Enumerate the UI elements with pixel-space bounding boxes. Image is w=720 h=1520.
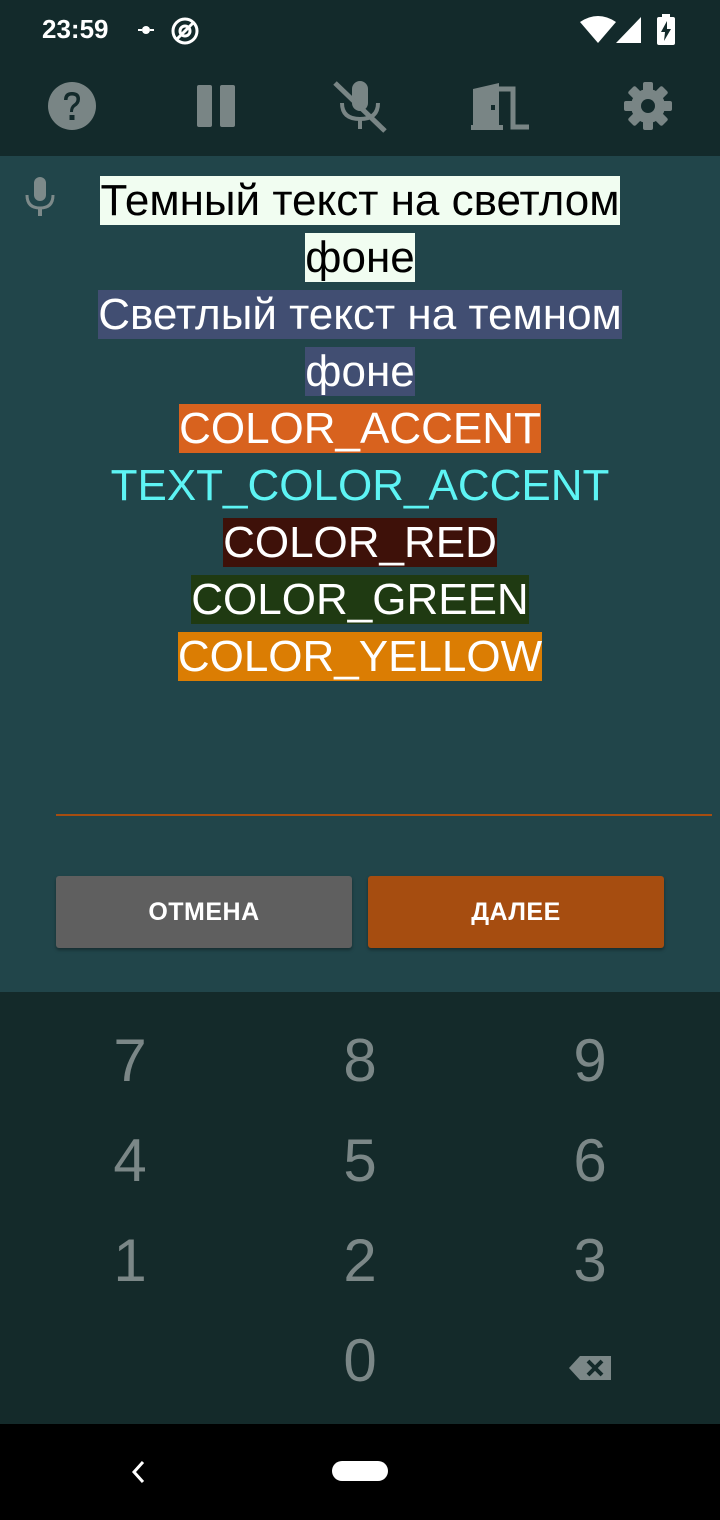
pause-icon	[193, 83, 239, 133]
text-line-color-green: COLOR_GREEN	[70, 571, 650, 628]
battery-charging-icon	[656, 14, 676, 50]
cancel-button[interactable]: ОТМЕНА	[56, 876, 352, 948]
line-text: TEXT_COLOR_ACCENT	[110, 461, 610, 510]
line-text: COLOR_GREEN	[191, 575, 529, 624]
cancel-button-label: ОТМЕНА	[148, 897, 260, 926]
text-line-color-red: COLOR_RED	[70, 514, 650, 571]
system-navigation-bar	[0, 1424, 720, 1520]
message-panel: Темный текст на светлом фоне Светлый тек…	[0, 156, 720, 992]
input-underline[interactable]	[56, 814, 712, 816]
help-button[interactable]	[46, 82, 98, 134]
colored-text-message: Темный текст на светлом фоне Светлый тек…	[70, 172, 650, 685]
key-5[interactable]: 5	[240, 1110, 480, 1210]
mic-off-icon	[331, 79, 389, 137]
key-label: 1	[113, 1226, 147, 1294]
key-label: 7	[113, 1026, 147, 1094]
settings-icon	[623, 81, 673, 135]
key-label: 4	[113, 1126, 147, 1194]
text-line-text-color-accent: TEXT_COLOR_ACCENT	[70, 457, 650, 514]
status-bar: 23:59	[0, 0, 720, 62]
next-button-label: ДАЛЕЕ	[471, 897, 561, 926]
key-label: 3	[573, 1226, 607, 1294]
signal-icon	[616, 16, 642, 48]
help-icon	[47, 81, 97, 135]
line-text: COLOR_YELLOW	[177, 632, 543, 681]
wifi-icon	[580, 16, 616, 48]
notification-dot-icon	[138, 20, 154, 44]
status-time: 23:59	[42, 14, 109, 44]
exit-button[interactable]	[471, 82, 529, 134]
line-text: Светлый текст на темном фоне	[98, 290, 622, 396]
line-text: Темный текст на светлом фоне	[100, 176, 620, 282]
key-9[interactable]: 9	[470, 1010, 710, 1110]
key-label: 6	[573, 1126, 607, 1194]
key-3[interactable]: 3	[470, 1210, 710, 1310]
key-2[interactable]: 2	[240, 1210, 480, 1310]
mic-off-button[interactable]	[331, 79, 389, 137]
key-label: 5	[343, 1126, 377, 1194]
text-line-light-on-dark: Светлый текст на темном фоне	[70, 286, 650, 400]
pause-button[interactable]	[190, 82, 242, 134]
key-label: 8	[343, 1026, 377, 1094]
key-0[interactable]: 0	[240, 1310, 480, 1410]
key-4[interactable]: 4	[10, 1110, 250, 1210]
key-1[interactable]: 1	[10, 1210, 250, 1310]
backspace-icon	[568, 1326, 612, 1395]
exit-door-icon	[471, 81, 533, 135]
home-pill-icon[interactable]	[332, 1461, 388, 1481]
line-text: COLOR_ACCENT	[179, 404, 541, 453]
next-button[interactable]: ДАЛЕЕ	[368, 876, 664, 948]
text-line-color-yellow: COLOR_YELLOW	[70, 628, 650, 685]
line-text: COLOR_RED	[223, 518, 497, 567]
settings-button[interactable]	[622, 82, 674, 134]
key-7[interactable]: 7	[10, 1010, 250, 1110]
key-6[interactable]: 6	[470, 1110, 710, 1210]
microphone-icon	[22, 176, 58, 222]
key-label: 2	[343, 1226, 377, 1294]
numeric-keypad: 7 8 9 4 5 6 1 2 3 0	[0, 992, 720, 1424]
key-8[interactable]: 8	[240, 1010, 480, 1110]
at-sign-icon	[170, 16, 200, 50]
back-icon[interactable]	[128, 1458, 148, 1490]
text-line-color-accent: COLOR_ACCENT	[70, 400, 650, 457]
key-label: 9	[573, 1026, 607, 1094]
top-toolbar	[0, 62, 720, 156]
backspace-key[interactable]	[470, 1310, 710, 1410]
key-label: 0	[343, 1326, 377, 1394]
text-line-dark-on-light: Темный текст на светлом фоне	[70, 172, 650, 286]
